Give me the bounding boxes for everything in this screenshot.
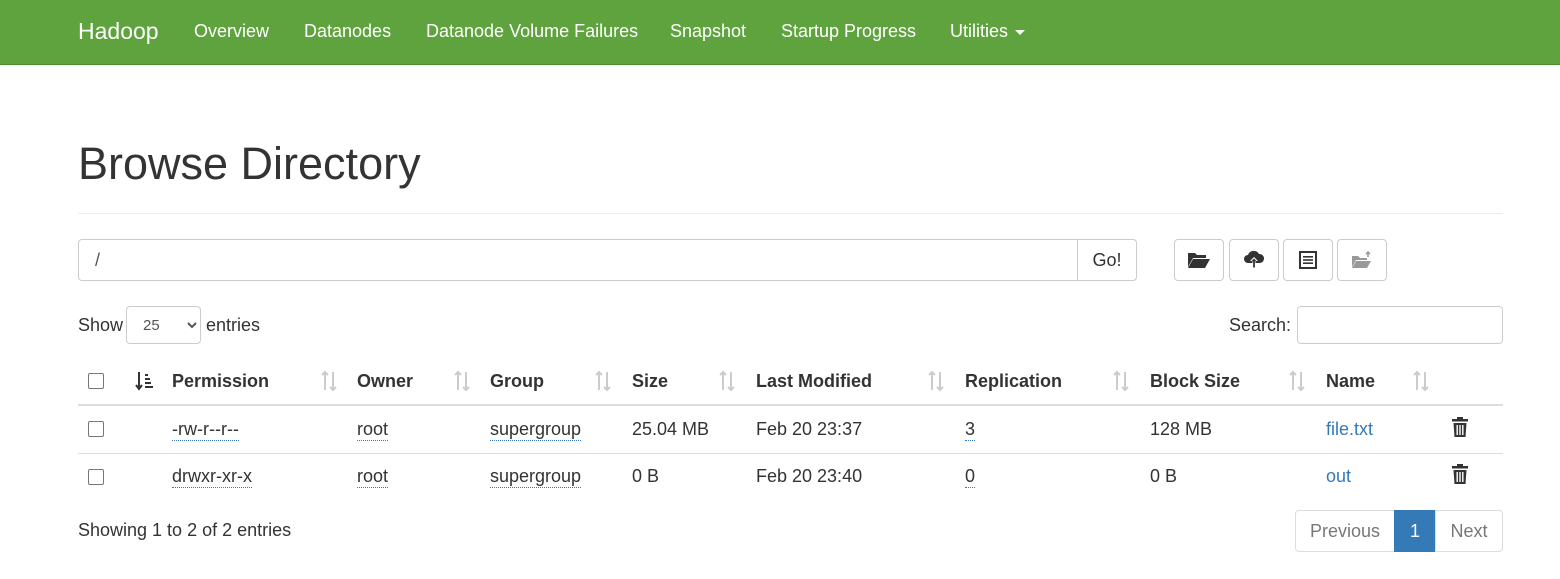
nav-item-utilities-label: Utilities (950, 21, 1009, 41)
entries-label: entries (206, 315, 261, 335)
entries-per-page-select[interactable]: 25 (126, 306, 201, 344)
create-directory-button[interactable] (1174, 239, 1224, 281)
sort-both-icon[interactable] (594, 370, 612, 392)
column-header-permission[interactable]: Permission (172, 371, 269, 392)
sort-both-icon[interactable] (1112, 370, 1130, 392)
show-label: Show (78, 315, 124, 335)
sort-both-icon[interactable] (320, 370, 338, 392)
page-1-button[interactable]: 1 (1394, 510, 1436, 552)
go-button[interactable]: Go! (1077, 239, 1137, 281)
select-all-checkbox[interactable] (88, 373, 104, 389)
owner-cell[interactable]: root (357, 466, 389, 488)
nav-item-overview[interactable]: Overview (194, 21, 269, 42)
sort-both-icon[interactable] (1288, 370, 1306, 392)
column-header-last-modified[interactable]: Last Modified (756, 371, 872, 392)
column-header-size[interactable]: Size (632, 371, 668, 392)
directory-name-link[interactable]: out (1326, 466, 1351, 487)
column-header-replication[interactable]: Replication (965, 371, 1062, 392)
block-size-cell: 0 B (1150, 466, 1178, 486)
title-divider (78, 213, 1503, 214)
last-modified-cell: Feb 20 23:37 (756, 419, 863, 439)
permission-cell[interactable]: -rw-r--r-- (172, 419, 239, 441)
cut-paste-button[interactable] (1283, 239, 1333, 281)
next-page-button[interactable]: Next (1435, 510, 1503, 552)
trash-icon[interactable] (1451, 463, 1469, 485)
nav-item-datanode-volume-failures[interactable]: Datanode Volume Failures (426, 21, 638, 42)
paste-button[interactable] (1337, 239, 1387, 281)
block-size-cell: 128 MB (1150, 419, 1213, 439)
file-name-link[interactable]: file.txt (1326, 419, 1373, 440)
nav-item-startup-progress[interactable]: Startup Progress (781, 21, 916, 42)
sort-ascending-icon[interactable] (135, 370, 153, 392)
sort-both-icon[interactable] (453, 370, 471, 392)
table-header-divider (78, 404, 1503, 406)
trash-icon[interactable] (1451, 416, 1469, 438)
row-checkbox[interactable] (88, 421, 104, 437)
sort-both-icon[interactable] (718, 370, 736, 392)
move-folder-icon (1352, 251, 1371, 268)
replication-cell[interactable]: 0 (965, 466, 976, 488)
previous-page-button[interactable]: Previous (1295, 510, 1395, 552)
sort-both-icon[interactable] (927, 370, 945, 392)
search-label: Search: (1229, 315, 1292, 335)
permission-cell[interactable]: drwxr-xr-x (172, 466, 252, 488)
size-cell: 25.04 MB (632, 419, 710, 439)
nav-item-utilities[interactable]: Utilities (950, 21, 1026, 42)
cloud-upload-icon (1244, 250, 1265, 268)
column-header-name[interactable]: Name (1326, 371, 1375, 392)
page-title: Browse Directory (78, 138, 421, 189)
group-cell[interactable]: supergroup (490, 419, 582, 441)
row-divider (78, 453, 1503, 454)
navbar: Hadoop Overview Datanodes Datanode Volum… (0, 0, 1560, 65)
folder-open-icon (1188, 253, 1210, 268)
replication-cell[interactable]: 3 (965, 419, 976, 441)
caret-down-icon (1015, 29, 1026, 35)
nav-item-snapshot[interactable]: Snapshot (670, 21, 746, 42)
column-header-group[interactable]: Group (490, 371, 544, 392)
row-checkbox[interactable] (88, 469, 104, 485)
column-header-owner[interactable]: Owner (357, 371, 413, 392)
column-header-block-size[interactable]: Block Size (1150, 371, 1240, 392)
navbar-brand[interactable]: Hadoop (78, 18, 159, 45)
upload-files-button[interactable] (1229, 239, 1279, 281)
size-cell: 0 B (632, 466, 660, 486)
search-input[interactable] (1297, 306, 1503, 344)
nav-item-datanodes[interactable]: Datanodes (304, 21, 391, 42)
directory-path-input[interactable] (78, 239, 1078, 281)
list-alt-icon (1299, 251, 1317, 269)
group-cell[interactable]: supergroup (490, 466, 582, 488)
sort-both-icon[interactable] (1412, 370, 1430, 392)
last-modified-cell: Feb 20 23:40 (756, 466, 863, 486)
table-info: Showing 1 to 2 of 2 entries (78, 520, 292, 540)
owner-cell[interactable]: root (357, 419, 389, 441)
